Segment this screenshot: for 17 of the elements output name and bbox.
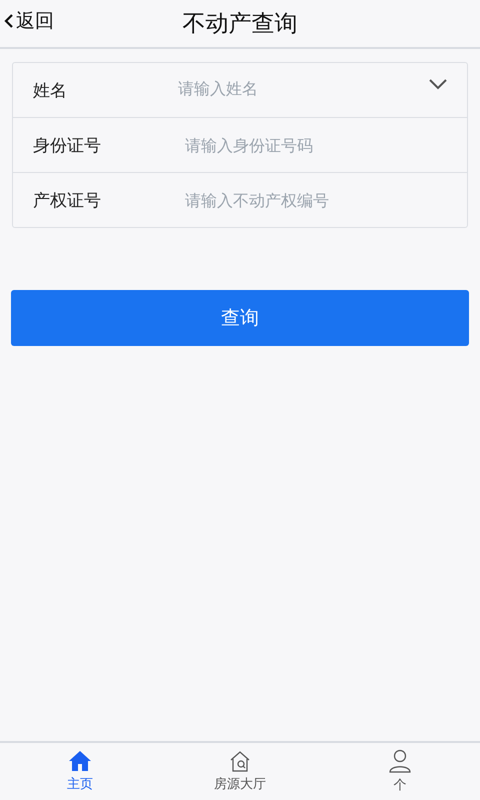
tab-bar-item[interactable]: 房源大厅 bbox=[160, 743, 320, 800]
field-label: 身份证号 bbox=[33, 134, 102, 156]
person-icon bbox=[388, 749, 412, 773]
tab-bar-item[interactable]: 个 bbox=[320, 743, 480, 800]
chevron-down-icon[interactable] bbox=[429, 79, 447, 90]
query-button[interactable]: 查询 bbox=[11, 290, 469, 346]
input-field[interactable]: 请输入身份证号码 bbox=[185, 136, 447, 154]
field-label: 姓名 bbox=[33, 80, 68, 102]
house-search-icon bbox=[228, 750, 252, 772]
tab-bar-item[interactable]: 主页 bbox=[0, 743, 160, 800]
home-icon bbox=[68, 750, 92, 772]
field-label: 产权证号 bbox=[33, 190, 102, 212]
back-button[interactable]: 返回 bbox=[4, 8, 54, 34]
input-field[interactable]: 请输入不动产权编号 bbox=[185, 190, 447, 210]
name-select-field[interactable]: 请输入姓名 bbox=[178, 79, 429, 98]
page-title: 不动产查询 bbox=[182, 10, 298, 39]
back-chevron-icon bbox=[4, 13, 14, 29]
